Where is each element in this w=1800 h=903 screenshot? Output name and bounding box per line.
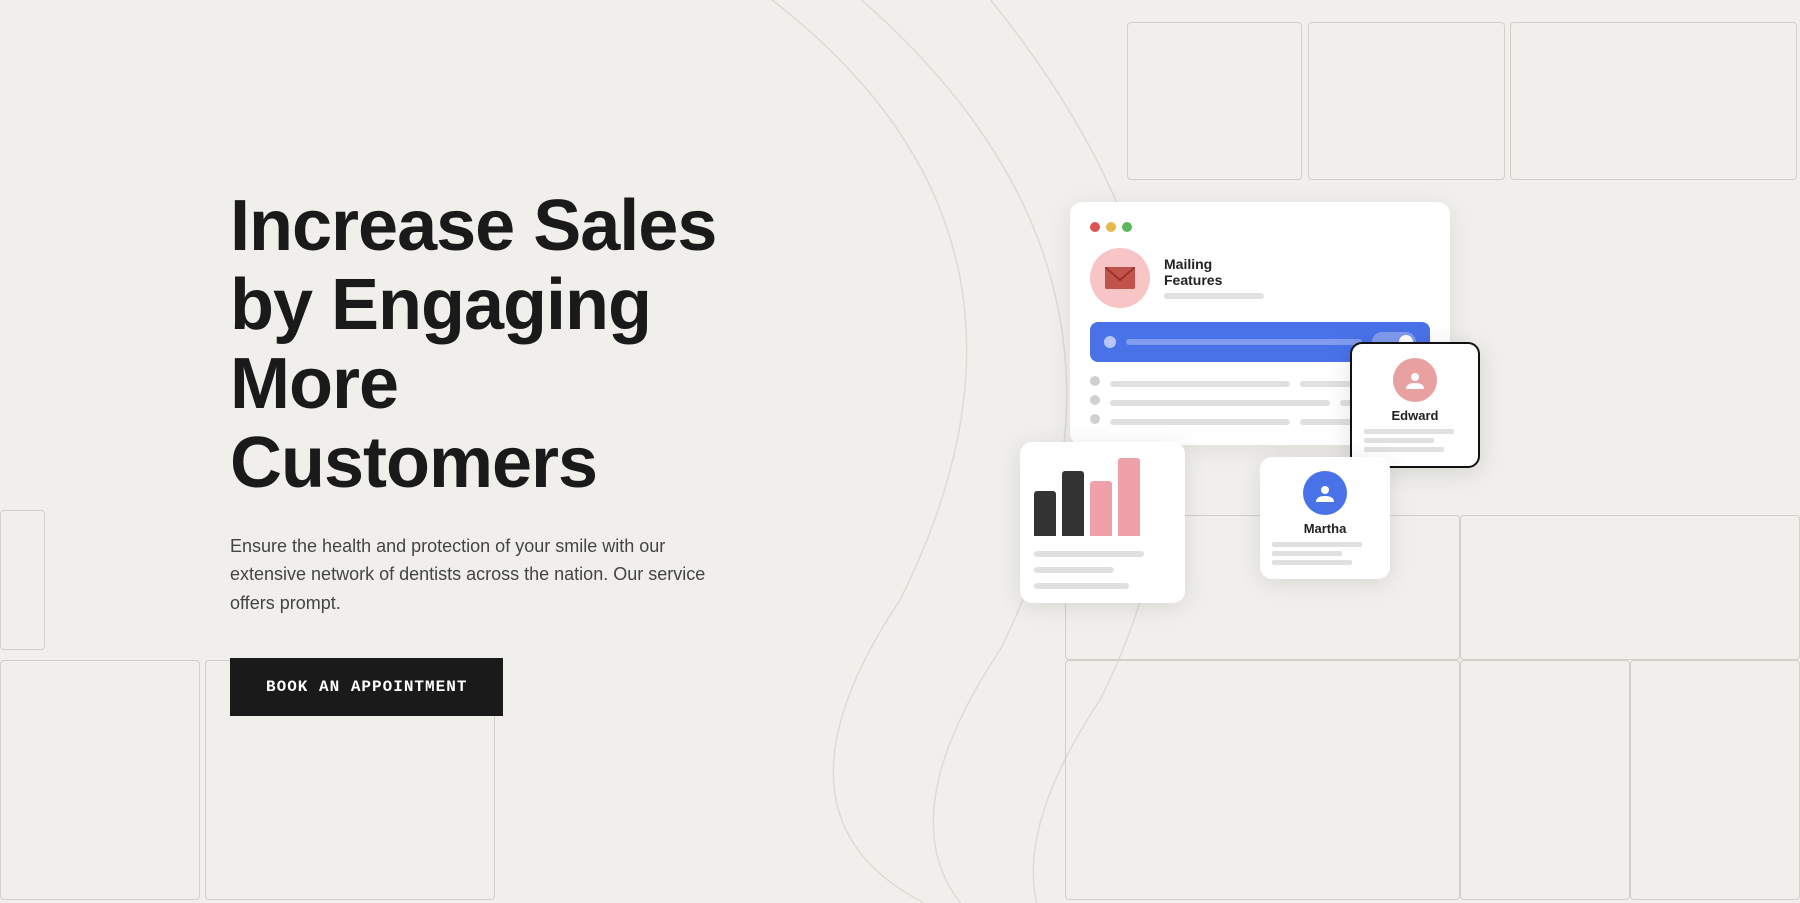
bar-1: [1034, 491, 1056, 536]
hero-section: Increase Sales by Engaging More Customer…: [230, 187, 770, 716]
list-line: [1110, 419, 1290, 425]
chart-line: [1034, 551, 1144, 557]
martha-name: Martha: [1304, 521, 1347, 536]
mailing-title-block: Mailing Features: [1164, 256, 1264, 299]
hero-title: Increase Sales by Engaging More Customer…: [230, 187, 770, 504]
bar-3: [1090, 481, 1112, 536]
edward-name: Edward: [1392, 408, 1439, 423]
hero-illustration: Mailing Features: [1020, 202, 1620, 702]
mailing-subtitle-text: Features: [1164, 272, 1264, 288]
chart-line: [1034, 583, 1129, 589]
edward-details: [1364, 429, 1466, 452]
hero-subtitle: Ensure the health and protection of your…: [230, 532, 730, 618]
close-dot: [1090, 222, 1100, 232]
edward-avatar: [1393, 358, 1437, 402]
bar-chart: [1034, 456, 1171, 536]
list-dot: [1090, 376, 1100, 386]
user-detail-line: [1364, 447, 1444, 452]
bar-4: [1118, 458, 1140, 536]
user-detail-line: [1364, 429, 1454, 434]
mailing-header-row: Mailing Features: [1090, 248, 1430, 308]
user-detail-line: [1272, 551, 1342, 556]
list-line: [1110, 400, 1330, 406]
toggle-indicator: [1104, 336, 1116, 348]
martha-user-card: Martha: [1260, 457, 1390, 579]
person-icon: [1404, 369, 1426, 391]
toggle-track: [1126, 339, 1362, 345]
window-controls: [1090, 222, 1430, 232]
maximize-dot: [1122, 222, 1132, 232]
list-dot: [1090, 414, 1100, 424]
martha-avatar: [1303, 471, 1347, 515]
mailing-title-text: Mailing: [1164, 256, 1264, 272]
edward-user-card: Edward: [1350, 342, 1480, 468]
person-icon: [1314, 482, 1336, 504]
list-line: [1110, 381, 1290, 387]
book-appointment-button[interactable]: Book An Appointment: [230, 658, 503, 716]
user-detail-line: [1272, 542, 1362, 547]
martha-details: [1272, 542, 1378, 565]
user-detail-line: [1364, 438, 1434, 443]
mailing-line: [1164, 293, 1264, 299]
mail-icon: [1105, 267, 1135, 289]
user-detail-line: [1272, 560, 1352, 565]
chart-line: [1034, 567, 1114, 573]
mail-icon-circle: [1090, 248, 1150, 308]
list-dot: [1090, 395, 1100, 405]
bar-2: [1062, 471, 1084, 536]
minimize-dot: [1106, 222, 1116, 232]
chart-card: [1020, 442, 1185, 603]
chart-legend: [1034, 546, 1171, 589]
main-content: Increase Sales by Engaging More Customer…: [0, 0, 1800, 903]
